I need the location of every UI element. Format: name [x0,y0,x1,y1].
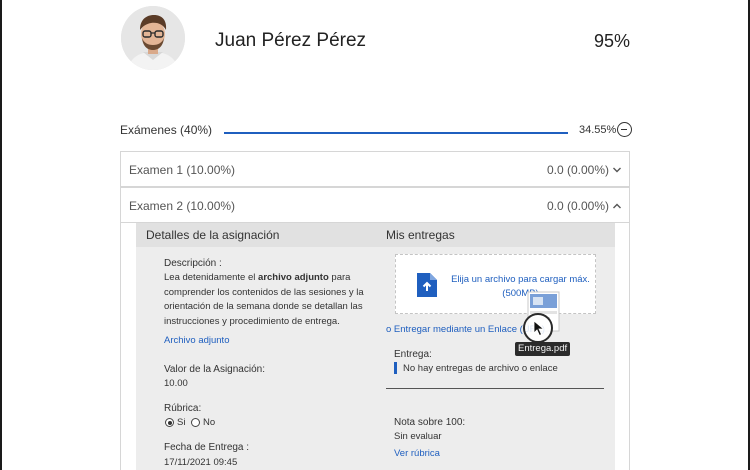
submission-divider [386,388,604,389]
category-progress-fill [224,132,568,134]
total-grade: 95% [594,31,631,51]
chevron-up-icon[interactable] [612,201,622,211]
avatar [121,6,185,70]
student-photo [121,6,185,70]
description-text: Lea detenidamente el archivo adjunto par… [164,272,364,327]
pointer-cursor-icon [533,320,545,337]
exam-row-2[interactable]: Examen 2 (10.00%) 0.0 (0.00%) [120,187,630,223]
description-bold: archivo adjunto [258,272,329,283]
rubric-no-radio[interactable] [191,418,200,427]
category-value: 34.55% [579,124,617,136]
submission-status-bar [394,362,397,374]
due-date-label: Fecha de Entrega : [164,442,250,453]
attachment-link[interactable]: Archivo adjunto [164,335,229,346]
submissions-heading: Mis entregas [386,228,455,242]
exam-row-1[interactable]: Examen 1 (10.00%) 0.0 (0.00%) [120,151,630,187]
exam-value: 0.0 (0.00%) [546,199,609,213]
window-left-edge [0,0,2,470]
collapse-minus-icon[interactable] [617,122,632,137]
rubric-no-label: No [203,417,216,428]
details-heading: Detalles de la asignación [146,228,280,242]
assignment-value-label: Valor de la Asignación: [164,364,265,375]
assignment-value: 10.00 [164,378,188,389]
exam-value: 0.0 (0.00%) [546,163,609,177]
exam-label: Examen 1 (10.00%) [129,163,236,177]
upload-instructions: Elija un archivo para cargar máx. (500MB… [451,274,590,299]
rubric-yes-label: Si [177,417,186,428]
category-progress-bar [224,132,568,134]
exam-label: Examen 2 (10.00%) [129,199,236,213]
drag-cursor [523,313,553,343]
file-upload-dropzone[interactable]: Elija un archivo para cargar máx. (500MB… [395,254,596,314]
grade-value: Sin evaluar [394,431,442,442]
chevron-down-icon[interactable] [612,165,622,175]
category-label: Exámenes (40%) [120,123,213,137]
rubric-yes-radio[interactable] [165,418,174,427]
dragged-file-name: Entrega.pdf [515,342,571,356]
assignment-panel-header: Detalles de la asignación Mis entregas [136,223,615,247]
student-name: Juan Pérez Pérez [215,30,367,51]
description-label: Descripción : [164,258,222,269]
url-submission-link[interactable]: o Entregar mediante un Enlace (URL) [386,324,545,335]
grade-label: Nota sobre 100: [394,417,466,428]
view-rubric-link[interactable]: Ver rúbrica [394,448,440,459]
upload-file-icon [417,273,437,297]
submission-empty-text: No hay entregas de archivo o enlace [403,363,558,374]
submission-label: Entrega: [394,349,432,360]
rubric-label: Rúbrica: [164,403,202,414]
due-date: 17/11/2021 09:45 [164,457,238,468]
